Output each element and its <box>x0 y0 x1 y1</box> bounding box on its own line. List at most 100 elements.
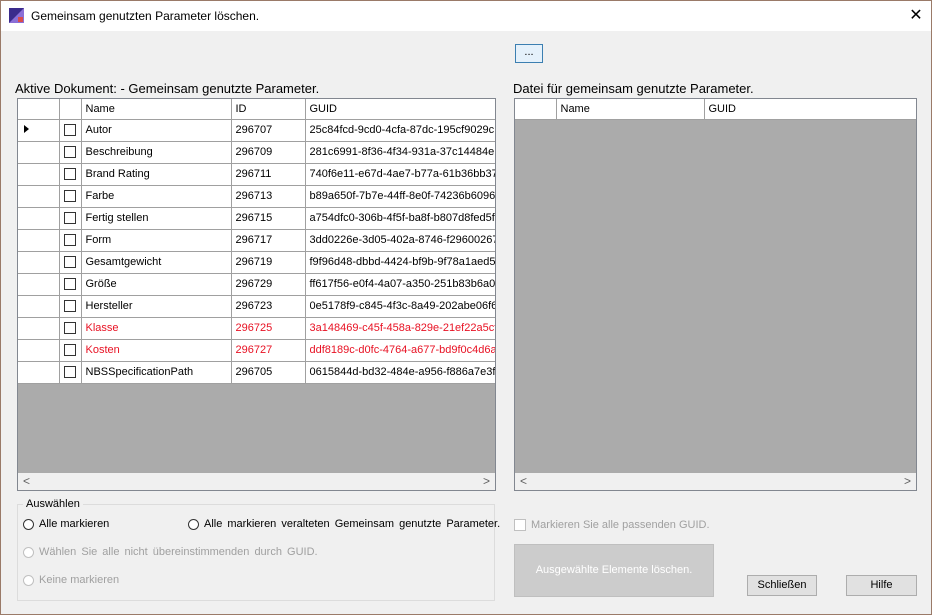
cell-guid[interactable]: 3a148469-c45f-458a-829e-21ef22a5cf2 <box>305 317 495 340</box>
table-row[interactable]: Kosten 296727 ddf8189c-d0fc-4764-a677-bd9f… <box>18 339 495 362</box>
browse-button[interactable]: ... <box>515 44 543 63</box>
shared-file-parameters-grid[interactable]: Name GUID < > <box>514 98 917 491</box>
table-row[interactable]: Klasse 296725 3a148469-c45f-458a-829e-21ef… <box>18 317 495 340</box>
row-checkbox-cell[interactable] <box>59 339 82 362</box>
table-row[interactable]: Autor 296707 25c84fcd-9cd0-4cfa-87dc-195cf… <box>18 119 495 142</box>
column-header-guid[interactable]: GUID <box>704 99 916 120</box>
cell-name[interactable]: Autor <box>81 119 232 142</box>
cell-guid[interactable]: 281c6991-8f36-4f34-931a-37c14484e... <box>305 141 495 164</box>
checkbox-icon[interactable] <box>64 300 76 313</box>
cell-guid[interactable]: 0e5178f9-c845-4f3c-8a49-202abe06f6... <box>305 295 495 318</box>
row-header[interactable] <box>18 185 60 208</box>
row-header[interactable] <box>18 317 60 340</box>
checkbox-icon[interactable] <box>64 146 76 159</box>
cell-id[interactable]: 296717 <box>231 229 306 252</box>
horizontal-scrollbar[interactable]: < > <box>18 473 495 490</box>
cell-guid[interactable]: ff617f56-e0f4-4a07-a350-251b83b6a0df <box>305 273 495 296</box>
row-header[interactable] <box>18 141 60 164</box>
cell-name[interactable]: Klasse <box>81 317 232 340</box>
cell-guid[interactable]: a754dfc0-306b-4f5f-ba8f-b807d8fed5f6 <box>305 207 495 230</box>
cell-name[interactable]: Beschreibung <box>81 141 232 164</box>
table-row[interactable]: Beschreibung 296709 281c6991-8f36-4f34-931… <box>18 141 495 164</box>
cell-id[interactable]: 296707 <box>231 119 306 142</box>
cell-name[interactable]: Hersteller <box>81 295 232 318</box>
row-checkbox-cell[interactable] <box>59 273 82 296</box>
cell-name[interactable]: Gesamtgewicht <box>81 251 232 274</box>
table-row[interactable]: Form 296717 3dd0226e-3d05-402a-8746-f29600… <box>18 229 495 252</box>
delete-selected-button[interactable]: Ausgewählte Elemente löschen. <box>514 544 714 597</box>
close-icon[interactable]: ✕ <box>901 1 931 31</box>
cell-id[interactable]: 296713 <box>231 185 306 208</box>
cell-guid[interactable]: ddf8189c-d0fc-4764-a677-bd9f0c4d6a... <box>305 339 495 362</box>
row-header[interactable] <box>18 119 60 142</box>
cell-guid[interactable]: 740f6e11-e67d-4ae7-b77a-61b36bb37... <box>305 163 495 186</box>
row-checkbox-cell[interactable] <box>59 251 82 274</box>
cell-id[interactable]: 296711 <box>231 163 306 186</box>
active-parameters-grid[interactable]: Name ID GUID Autor 296707 25c84fcd-9cd0-4c… <box>17 98 496 491</box>
cell-guid[interactable]: 25c84fcd-9cd0-4cfa-87dc-195cf9029c... <box>305 119 495 142</box>
checkbox-icon[interactable] <box>64 234 76 247</box>
cell-id[interactable]: 296729 <box>231 273 306 296</box>
cell-id[interactable]: 296727 <box>231 339 306 362</box>
checkbox-icon[interactable] <box>64 190 76 203</box>
scroll-right-icon[interactable]: > <box>478 473 495 490</box>
row-header[interactable] <box>18 229 60 252</box>
scroll-left-icon[interactable]: < <box>18 473 35 490</box>
radio-mark-mismatch[interactable]: Wählen Sie alle nicht übereinstimmenden … <box>23 546 318 558</box>
cell-name[interactable]: NBSSpecificationPath <box>81 361 232 384</box>
cell-guid[interactable]: 3dd0226e-3d05-402a-8746-f29600267... <box>305 229 495 252</box>
table-row[interactable]: Brand Rating 296711 740f6e11-e67d-4ae7-b77… <box>18 163 495 186</box>
row-header[interactable] <box>18 295 60 318</box>
row-header[interactable] <box>18 163 60 186</box>
row-checkbox-cell[interactable] <box>59 229 82 252</box>
row-checkbox-cell[interactable] <box>59 207 82 230</box>
cell-id[interactable]: 296723 <box>231 295 306 318</box>
cell-guid[interactable]: b89a650f-7b7e-44ff-8e0f-74236b609694 <box>305 185 495 208</box>
cell-name[interactable]: Größe <box>81 273 232 296</box>
cell-guid[interactable]: 0615844d-bd32-484e-a956-f886a7e3f... <box>305 361 495 384</box>
checkbox-icon[interactable] <box>64 168 76 181</box>
row-header[interactable] <box>18 251 60 274</box>
checkbox-icon[interactable] <box>64 322 76 335</box>
table-row[interactable]: Gesamtgewicht 296719 f9f96d48-dbbd-4424-bf… <box>18 251 495 274</box>
horizontal-scrollbar[interactable]: < > <box>515 473 916 490</box>
row-checkbox-cell[interactable] <box>59 185 82 208</box>
table-row[interactable]: Größe 296729 ff617f56-e0f4-4a07-a350-251b8… <box>18 273 495 296</box>
cell-id[interactable]: 296709 <box>231 141 306 164</box>
column-header-name[interactable]: Name <box>556 99 705 120</box>
row-header[interactable] <box>18 207 60 230</box>
row-checkbox-cell[interactable] <box>59 361 82 384</box>
checkbox-icon[interactable] <box>64 344 76 357</box>
column-header-guid[interactable]: GUID <box>305 99 495 120</box>
scroll-left-icon[interactable]: < <box>515 473 532 490</box>
cell-guid[interactable]: f9f96d48-dbbd-4424-bf9b-9f78a1aed5d0 <box>305 251 495 274</box>
table-row[interactable]: Farbe 296713 b89a650f-7b7e-44ff-8e0f-74236… <box>18 185 495 208</box>
cell-id[interactable]: 296705 <box>231 361 306 384</box>
radio-mark-stale[interactable]: Alle markieren veralteten Gemeinsam genu… <box>188 518 500 530</box>
scroll-right-icon[interactable]: > <box>899 473 916 490</box>
checkbox-icon[interactable] <box>64 278 76 291</box>
cell-name[interactable]: Fertig stellen <box>81 207 232 230</box>
cell-id[interactable]: 296725 <box>231 317 306 340</box>
cell-id[interactable]: 296715 <box>231 207 306 230</box>
cell-id[interactable]: 296719 <box>231 251 306 274</box>
match-guid-checkbox[interactable]: Markieren Sie alle passenden GUID. <box>514 519 710 531</box>
column-header-id[interactable]: ID <box>231 99 306 120</box>
checkbox-icon[interactable] <box>64 124 76 137</box>
cell-name[interactable]: Farbe <box>81 185 232 208</box>
row-checkbox-cell[interactable] <box>59 295 82 318</box>
radio-mark-none[interactable]: Keine markieren <box>23 574 119 586</box>
close-button[interactable]: Schließen <box>747 575 817 596</box>
help-button[interactable]: Hilfe <box>846 575 917 596</box>
row-header[interactable] <box>18 339 60 362</box>
cell-name[interactable]: Brand Rating <box>81 163 232 186</box>
checkbox-icon[interactable] <box>64 256 76 269</box>
row-header[interactable] <box>18 361 60 384</box>
row-header[interactable] <box>18 273 60 296</box>
row-checkbox-cell[interactable] <box>59 163 82 186</box>
column-header-name[interactable]: Name <box>81 99 232 120</box>
cell-name[interactable]: Kosten <box>81 339 232 362</box>
table-row[interactable]: Fertig stellen 296715 a754dfc0-306b-4f5f-b… <box>18 207 495 230</box>
radio-mark-all[interactable]: Alle markieren <box>23 518 109 530</box>
checkbox-icon[interactable] <box>64 212 76 225</box>
